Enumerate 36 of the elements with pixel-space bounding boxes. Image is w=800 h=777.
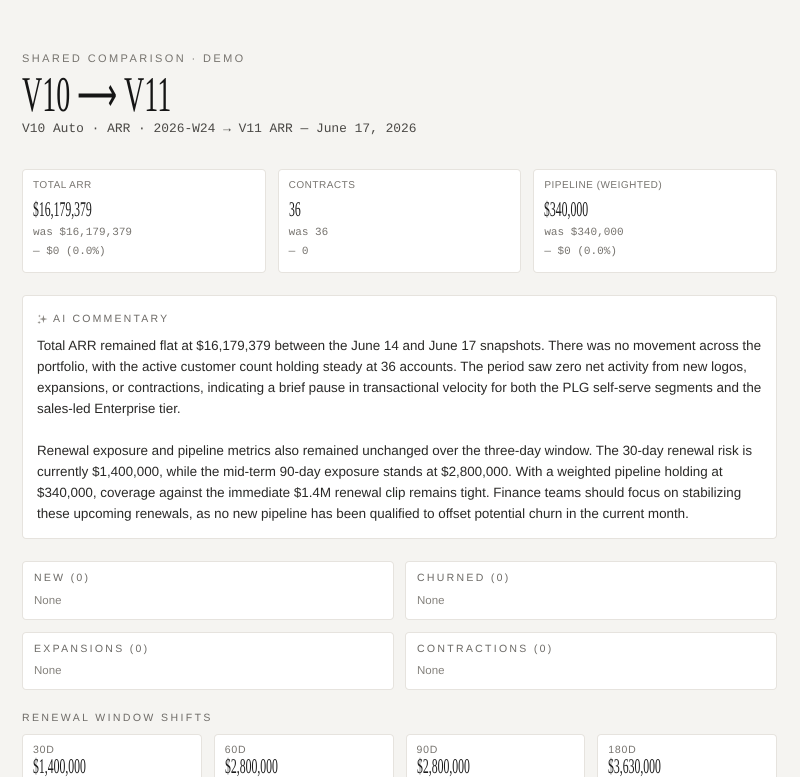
commentary-paragraph: Total ARR remained flat at $16,179,379 between the June 14 and June 17 snapshots. There was no movement across the portfolio, with the active customer count holding steady at 36 accounts. The period saw zero net activity from new logos, expansions, or contractions, indicating a brief pause in transactional velocity for both the PLG self-serve segments and the sales-led Enterprise tier.: [37, 337, 762, 418]
renewal-label: 180D: [608, 744, 638, 756]
change-value: — 0: [288, 245, 310, 260]
commentary-paragraph: Renewal exposure and pipeline metrics also remained unchanged over the three-day window. The 30-day renewal risk is currently $1,400,000, while the mid-term 90-day exposure stands at $2,800,000. With a weighted pipeline holding at $340,000, coverage against the immediate $1.4M renewal clip remains tight. Finance teams should focus on stabilizing these upcoming renewals, as no new pipeline has been qualified to offset potential churn in the current month.: [37, 442, 754, 523]
change-value: — $0 (0.0%): [33, 245, 107, 260]
change-label: EXPANSIONS (0): [34, 642, 150, 654]
change-label: NEW (0): [34, 572, 92, 584]
renewal-label: 30D: [33, 744, 56, 756]
empty-state-text: None: [34, 594, 62, 608]
empty-state-text: None: [417, 664, 446, 679]
metric-label: CONTRACTS: [288, 180, 356, 192]
previous-value: was $16,179,379: [33, 226, 134, 241]
empty-state-text: None: [417, 594, 446, 608]
commentary-heading: AI COMMENTARY: [53, 313, 170, 326]
renewal-value: $2,800,000: [224, 757, 278, 776]
change-label: CHURNED (0): [417, 572, 512, 584]
change-label: CONTRACTIONS (0): [417, 642, 555, 654]
metric-label: TOTAL ARR: [33, 180, 93, 192]
metric-value: 36: [288, 198, 300, 220]
page-eyebrow: SHARED COMPARISON · DEMO: [22, 53, 247, 66]
previous-value: was 36: [288, 226, 330, 241]
metric-value: $16,179,379: [33, 198, 92, 220]
renewal-value: $1,400,000: [33, 757, 86, 776]
section-heading: RENEWAL WINDOW SHIFTS: [22, 712, 214, 725]
change-value: — $0 (0.0%): [544, 245, 618, 260]
metric-value: $340,000: [544, 198, 588, 220]
sparkle-icon: [37, 314, 48, 325]
previous-value: was $340,000: [544, 226, 625, 241]
metric-label: PIPELINE (WEIGHTED): [544, 180, 664, 192]
page-subtitle: V10 Auto · ARR · 2026-W24 → V11 ARR — June 17, 2026: [22, 121, 418, 137]
renewal-value: $2,800,000: [416, 757, 470, 776]
renewal-value: $3,630,000: [608, 757, 662, 776]
page-title: V10 ⟶ V11: [22, 68, 172, 120]
empty-state-text: None: [34, 664, 62, 679]
renewal-label: 90D: [416, 744, 440, 756]
renewal-label: 60D: [224, 744, 248, 756]
